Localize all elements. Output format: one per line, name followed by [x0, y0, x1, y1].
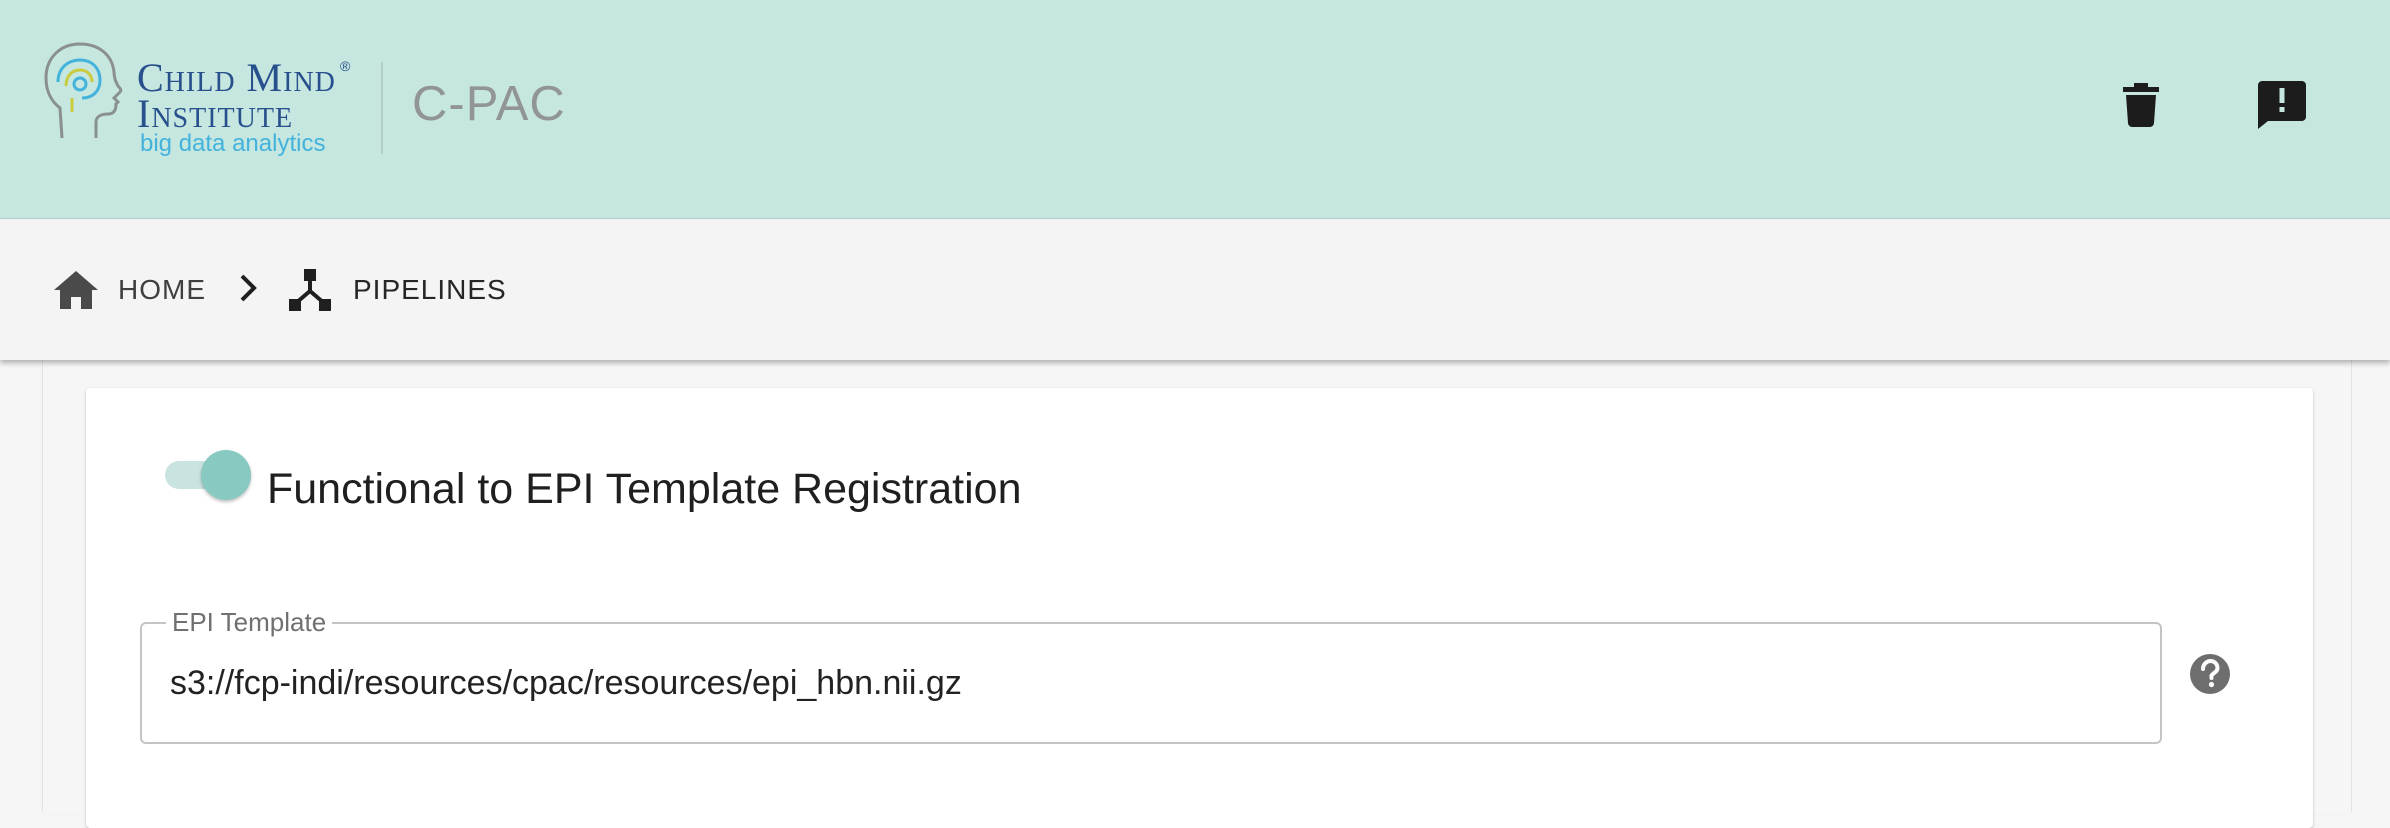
breadcrumb-pipelines-label: PIPELINES [353, 274, 507, 305]
registration-toggle[interactable] [165, 448, 251, 500]
head-profile-icon [44, 42, 123, 139]
epi-template-field[interactable]: EPI Template [140, 608, 2162, 744]
feedback-icon [2258, 81, 2306, 129]
delete-button[interactable] [2099, 63, 2183, 147]
help-button[interactable] [2188, 652, 2232, 696]
settings-card [86, 388, 2313, 828]
pipeline-icon [289, 269, 331, 311]
help-icon [2190, 654, 2230, 694]
home-icon [54, 271, 98, 309]
app-header: Child Mind ® Institute big data analytic… [0, 0, 2390, 219]
section-title: Functional to EPI Template Registration [267, 465, 1022, 513]
child-mind-institute-logo[interactable]: Child Mind ® Institute big data analytic… [42, 42, 362, 162]
chevron-right-icon [240, 274, 257, 302]
breadcrumb: HOME PIPELINES [0, 219, 2390, 360]
logo-line2: Institute [137, 91, 294, 136]
toggle-thumb [201, 450, 251, 500]
logo-registered-mark: ® [340, 58, 351, 74]
logo-tagline: big data analytics [140, 130, 326, 157]
breadcrumb-home[interactable]: HOME [54, 261, 206, 319]
epi-template-input[interactable] [170, 658, 2130, 708]
epi-template-label: EPI Template [166, 608, 333, 636]
breadcrumb-pipelines[interactable]: PIPELINES [289, 261, 507, 319]
breadcrumb-home-label: HOME [118, 274, 206, 305]
header-divider [381, 62, 383, 154]
feedback-button[interactable] [2240, 63, 2324, 147]
app-title: C-PAC [412, 77, 566, 131]
trash-icon [2123, 83, 2159, 127]
